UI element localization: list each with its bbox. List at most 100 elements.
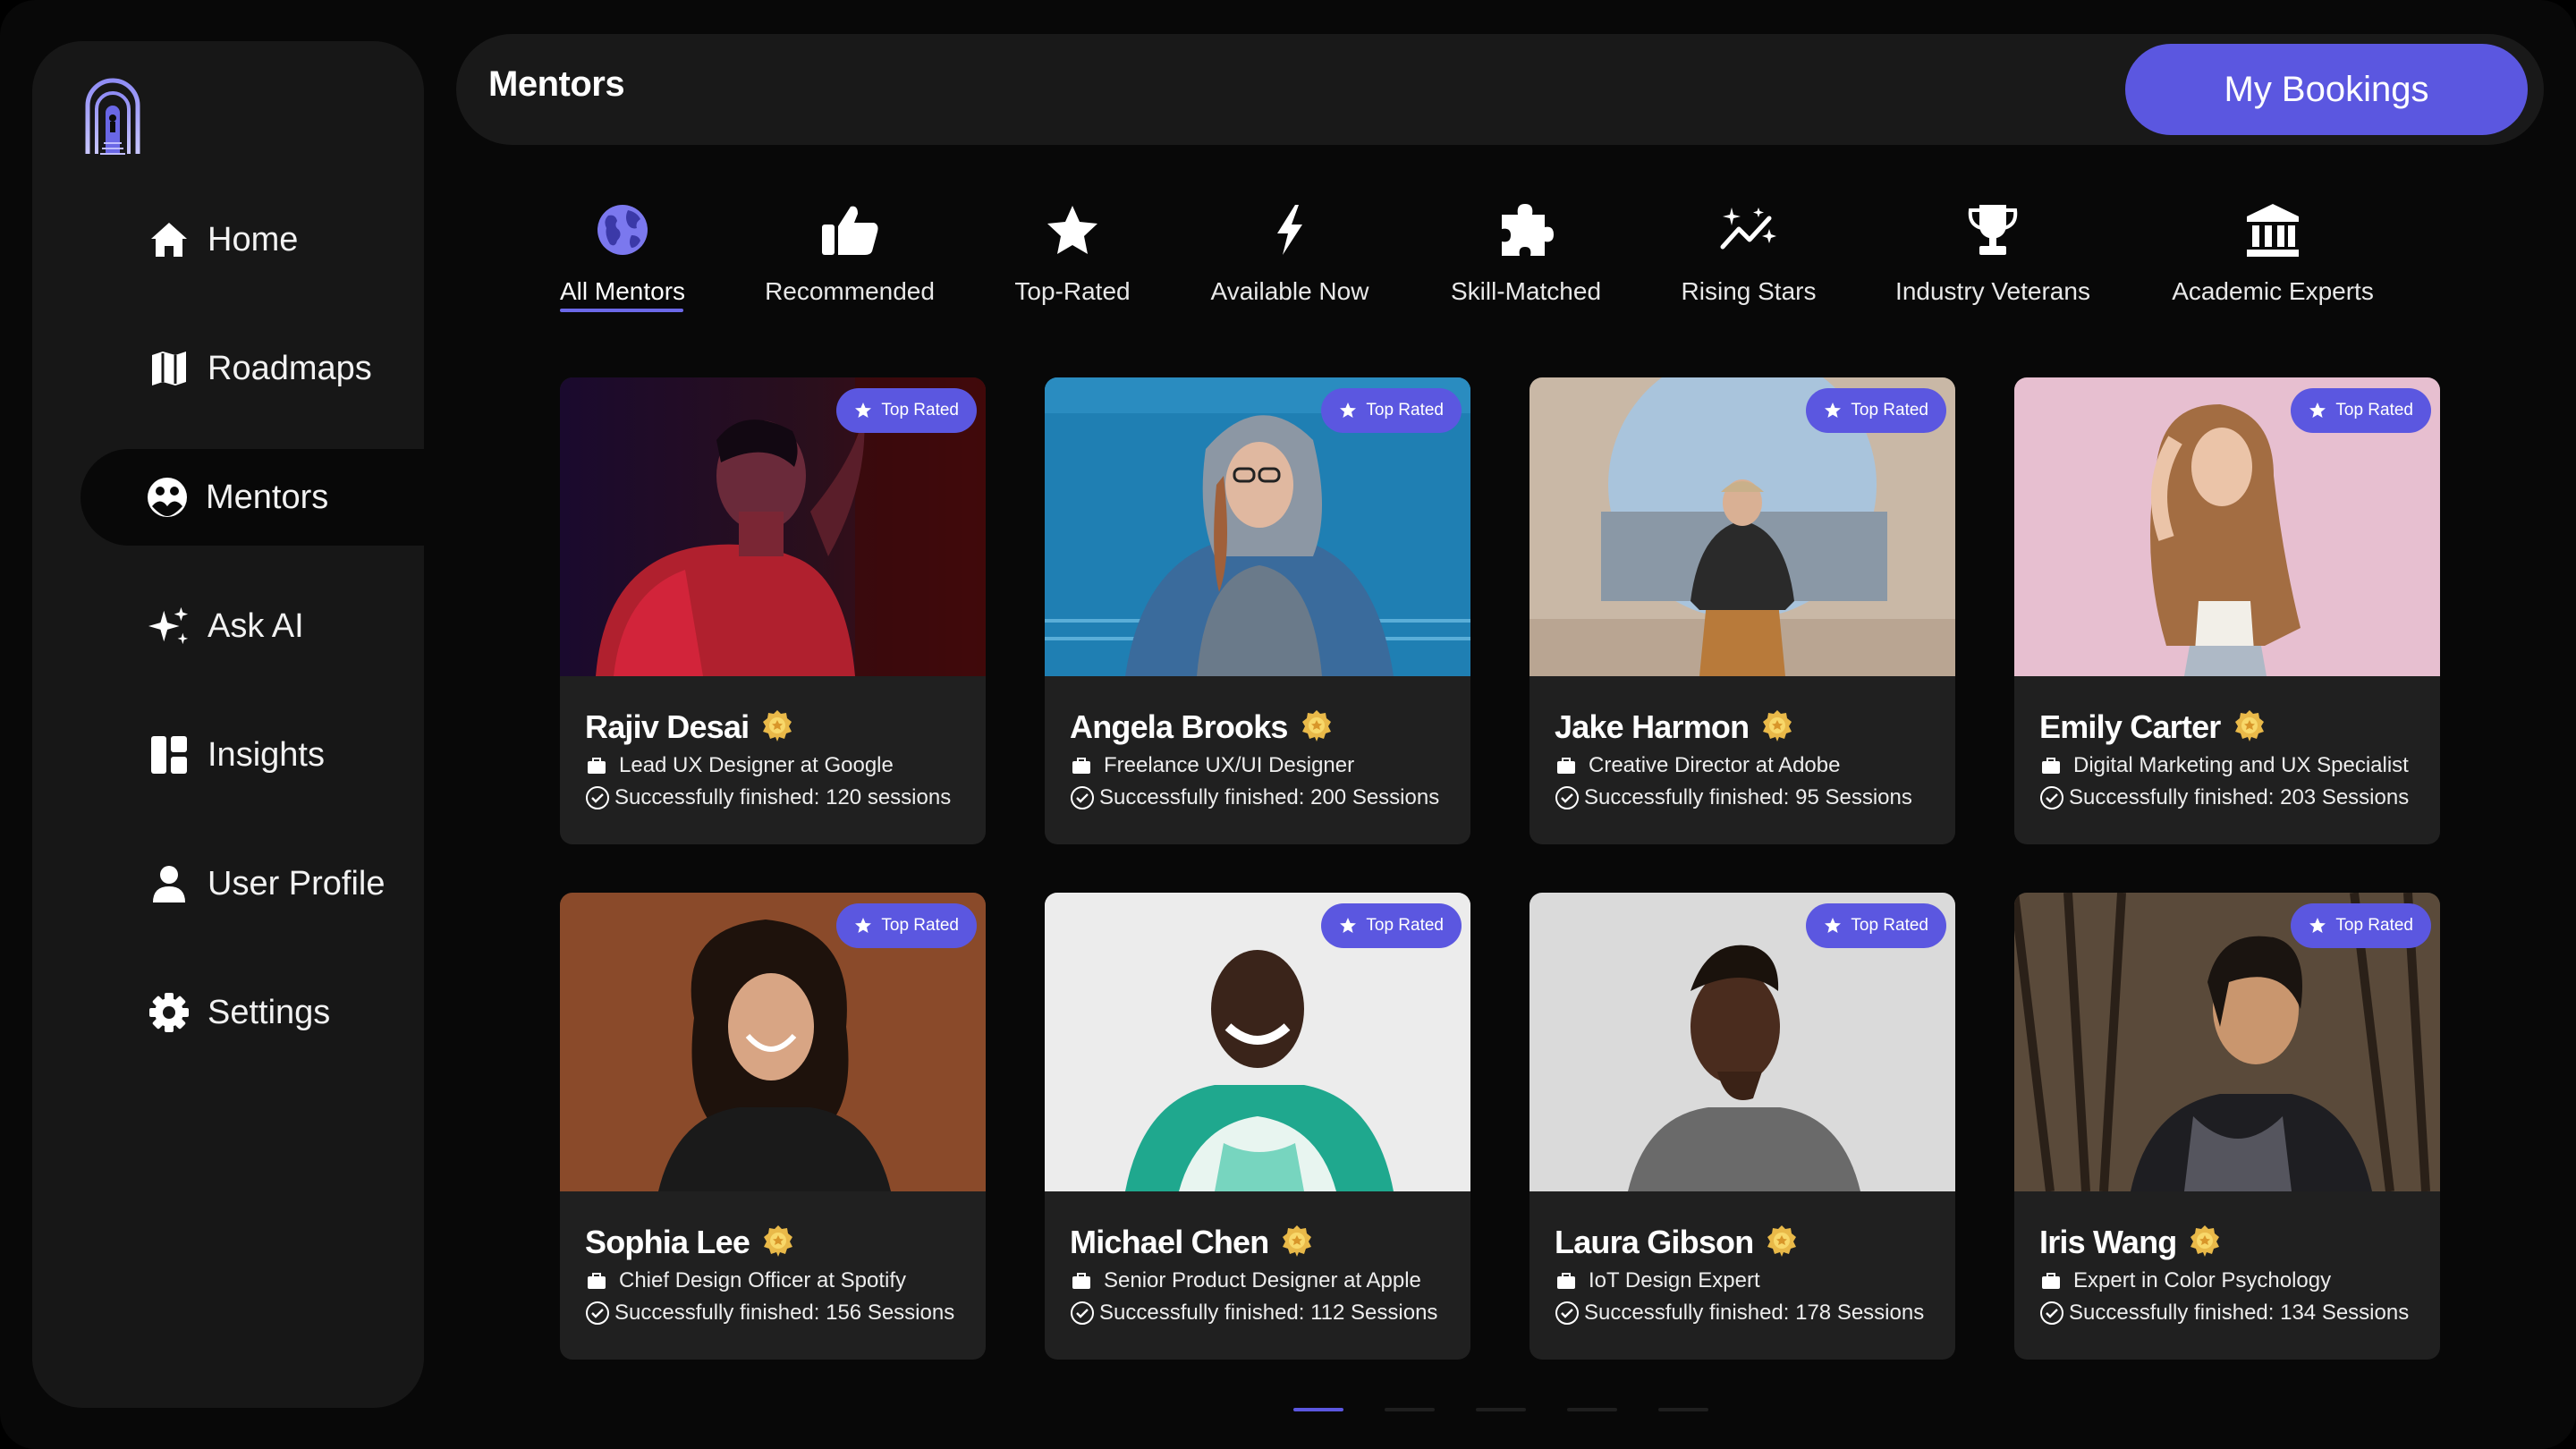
briefcase-icon bbox=[1557, 758, 1575, 774]
mentor-sessions-row: Successfully finished: 203 Sessions bbox=[2039, 785, 2409, 810]
award-medal-icon bbox=[2234, 710, 2264, 741]
top-rated-badge: Top Rated bbox=[2291, 388, 2431, 433]
mentor-card[interactable]: Top Rated Angela Brooks Freelance UX/UI … bbox=[1045, 377, 1470, 844]
app-window: Home Roadmaps Mentors Ask AI Insights Us… bbox=[0, 0, 2576, 1449]
sidebar-item-label: Roadmaps bbox=[208, 349, 372, 387]
star-icon bbox=[1340, 402, 1357, 418]
sidebar-item-settings[interactable]: Settings bbox=[82, 964, 424, 1061]
mentor-role-row: Digital Marketing and UX Specialist bbox=[2041, 753, 2409, 778]
mentor-role: Lead UX Designer at Google bbox=[619, 753, 894, 777]
mentor-name-row: Sophia Lee bbox=[585, 1224, 794, 1261]
sidebar-item-home[interactable]: Home bbox=[82, 191, 424, 288]
mentor-photo: Top Rated bbox=[2014, 377, 2440, 676]
mentor-sessions: Successfully finished: 134 Sessions bbox=[2069, 1301, 2410, 1325]
mentor-name: Sophia Lee bbox=[585, 1224, 750, 1260]
page-title: Mentors bbox=[488, 64, 625, 104]
page-dot[interactable] bbox=[1385, 1408, 1435, 1411]
sidebar-item-user-profile[interactable]: User Profile bbox=[82, 835, 424, 932]
mentor-sessions-row: Successfully finished: 134 Sessions bbox=[2039, 1301, 2409, 1326]
briefcase-icon bbox=[1557, 1273, 1575, 1289]
mentor-card[interactable]: Top Rated Emily Carter Digital Marketing… bbox=[2014, 377, 2440, 844]
check-circle-icon bbox=[1071, 1301, 1094, 1325]
star-icon bbox=[2309, 918, 2326, 933]
award-medal-icon bbox=[1283, 1225, 1312, 1257]
category-recommended[interactable]: Recommended bbox=[765, 199, 935, 315]
mentor-name-row: Rajiv Desai bbox=[585, 708, 793, 746]
mentor-name-row: Iris Wang bbox=[2039, 1224, 2221, 1261]
top-rated-badge: Top Rated bbox=[836, 388, 977, 433]
mentor-role: Chief Design Officer at Spotify bbox=[619, 1268, 907, 1292]
category-academic-experts[interactable]: Academic Experts bbox=[2172, 199, 2374, 315]
mentor-sessions: Successfully finished: 112 Sessions bbox=[1099, 1301, 1438, 1325]
mentor-role-row: IoT Design Expert bbox=[1556, 1268, 1760, 1293]
mentor-photo: Top Rated bbox=[1045, 893, 1470, 1191]
page-dot[interactable] bbox=[1567, 1408, 1617, 1411]
gear-icon bbox=[148, 992, 190, 1033]
category-industry-veterans[interactable]: Industry Veterans bbox=[1894, 199, 2091, 315]
mentor-sessions-row: Successfully finished: 156 Sessions bbox=[585, 1301, 954, 1326]
category-available-now[interactable]: Available Now bbox=[1209, 199, 1370, 315]
page-dot[interactable] bbox=[1658, 1408, 1708, 1411]
badge-label: Top Rated bbox=[2335, 916, 2413, 935]
badge-label: Top Rated bbox=[1366, 916, 1444, 935]
star-icon bbox=[855, 918, 872, 933]
sparkles-icon bbox=[148, 606, 190, 647]
mentor-sessions: Successfully finished: 203 Sessions bbox=[2069, 785, 2410, 809]
mentor-role-row: Expert in Color Psychology bbox=[2041, 1268, 2331, 1293]
top-rated-badge: Top Rated bbox=[2291, 903, 2431, 948]
sidebar-item-ask-ai[interactable]: Ask AI bbox=[82, 578, 424, 674]
mentor-name: Jake Harmon bbox=[1555, 708, 1750, 745]
sidebar-item-insights[interactable]: Insights bbox=[82, 707, 424, 803]
star-icon bbox=[1825, 918, 1842, 933]
mentor-role: Freelance UX/UI Designer bbox=[1104, 753, 1355, 777]
app-logo[interactable] bbox=[82, 75, 143, 156]
mentor-name-row: Angela Brooks bbox=[1070, 708, 1333, 746]
badge-label: Top Rated bbox=[881, 401, 959, 419]
briefcase-icon bbox=[1072, 1273, 1090, 1289]
mentor-role-row: Lead UX Designer at Google bbox=[587, 753, 894, 778]
top-rated-badge: Top Rated bbox=[1321, 903, 1462, 948]
mentor-name: Laura Gibson bbox=[1555, 1224, 1754, 1260]
mentor-name: Iris Wang bbox=[2039, 1224, 2177, 1260]
mentor-sessions-row: Successfully finished: 112 Sessions bbox=[1070, 1301, 1437, 1326]
sidebar: Home Roadmaps Mentors Ask AI Insights Us… bbox=[32, 41, 424, 1408]
check-circle-icon bbox=[1555, 1301, 1579, 1325]
check-circle-icon bbox=[2040, 1301, 2063, 1325]
page-dot[interactable] bbox=[1293, 1408, 1343, 1411]
check-circle-icon bbox=[586, 786, 609, 809]
mentor-card[interactable]: Top Rated Jake Harmon Creative Director … bbox=[1530, 377, 1955, 844]
briefcase-icon bbox=[1072, 758, 1090, 774]
mentor-card[interactable]: Top Rated Sophia Lee Chief Design Office… bbox=[560, 893, 986, 1360]
badge-label: Top Rated bbox=[1366, 401, 1444, 419]
mentor-card[interactable]: Top Rated Iris Wang Expert in Color Psyc… bbox=[2014, 893, 2440, 1360]
award-medal-icon bbox=[1301, 710, 1331, 741]
category-label: Academic Experts bbox=[2172, 277, 2374, 305]
award-medal-icon bbox=[763, 710, 792, 741]
category-top-rated[interactable]: Top-Rated bbox=[1014, 199, 1131, 315]
sidebar-item-label: Mentors bbox=[206, 478, 329, 516]
mentor-role: Senior Product Designer at Apple bbox=[1104, 1268, 1421, 1292]
mentor-role-row: Freelance UX/UI Designer bbox=[1072, 753, 1354, 778]
category-rising-stars[interactable]: Rising Stars bbox=[1682, 199, 1816, 315]
category-all-mentors[interactable]: All Mentors bbox=[560, 199, 685, 315]
dashboard-icon bbox=[148, 734, 190, 775]
category-label: All Mentors bbox=[559, 277, 686, 305]
mentor-photo: Top Rated bbox=[1530, 377, 1955, 676]
mentors-icon bbox=[147, 477, 188, 518]
mentor-card[interactable]: Top Rated Michael Chen Senior Product De… bbox=[1045, 893, 1470, 1360]
sidebar-item-mentors[interactable]: Mentors bbox=[80, 449, 424, 546]
check-circle-icon bbox=[586, 1301, 609, 1325]
award-medal-icon bbox=[2190, 1225, 2220, 1257]
mentor-name-row: Laura Gibson bbox=[1555, 1224, 1798, 1261]
mentor-sessions: Successfully finished: 178 Sessions bbox=[1584, 1301, 1925, 1325]
badge-label: Top Rated bbox=[2335, 401, 2413, 419]
mentor-card[interactable]: Top Rated Laura Gibson IoT Design Expert… bbox=[1530, 893, 1955, 1360]
category-skill-matched[interactable]: Skill-Matched bbox=[1447, 199, 1605, 315]
sidebar-item-roadmaps[interactable]: Roadmaps bbox=[82, 320, 424, 417]
my-bookings-button[interactable]: My Bookings bbox=[2125, 44, 2528, 135]
mentor-card[interactable]: Top Rated Rajiv Desai Lead UX Designer a… bbox=[560, 377, 986, 844]
thumbs-up-icon bbox=[818, 199, 881, 261]
top-rated-badge: Top Rated bbox=[1321, 388, 1462, 433]
page-dot[interactable] bbox=[1476, 1408, 1526, 1411]
mentor-sessions-row: Successfully finished: 200 Sessions bbox=[1070, 785, 1439, 810]
